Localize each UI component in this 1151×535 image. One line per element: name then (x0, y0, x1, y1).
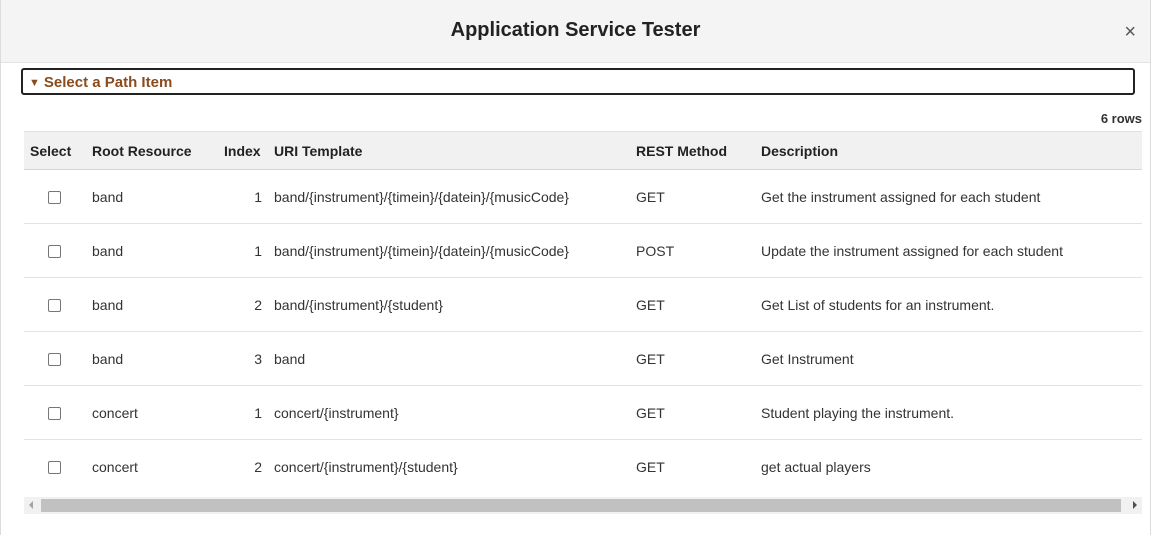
select-checkbox[interactable] (48, 299, 61, 313)
table-row[interactable]: band 2 band/{instrument}/{student} GET Get L… (24, 277, 1142, 332)
dialog-title: Application Service Tester (450, 19, 701, 41)
index-cell: 3 (218, 331, 268, 386)
root-resource-cell: band (86, 169, 218, 224)
section-label[interactable]: ▼ Select a Path Item (29, 74, 172, 91)
header-uri-template[interactable]: URI Template (268, 131, 630, 170)
header-index[interactable]: Index (218, 131, 268, 170)
index-cell: 2 (218, 277, 268, 332)
section-label-text: Select a Path Item (43, 74, 173, 91)
index-cell: 2 (218, 439, 268, 489)
uri-template-cell: band/{instrument}/{timein}/{datein}/{mus… (268, 169, 630, 224)
select-checkbox[interactable] (48, 461, 61, 475)
description-cell: Get the instrument assigned for each stu… (755, 169, 1142, 224)
uri-template-cell: band/{instrument}/{timein}/{datein}/{mus… (268, 223, 630, 278)
uri-template-cell: concert/{instrument} (268, 385, 630, 440)
root-resource-cell: band (86, 277, 218, 332)
table-header-row: Select Root Resource Index URI Template … (24, 131, 1142, 170)
select-checkbox[interactable] (48, 407, 61, 421)
description-cell: Student playing the instrument. (755, 385, 1142, 440)
horizontal-scrollbar[interactable] (24, 497, 1142, 514)
root-resource-cell: band (86, 331, 218, 386)
description-cell: get actual players (755, 439, 1142, 489)
index-cell: 1 (218, 169, 268, 224)
header-description[interactable]: Description (755, 131, 1142, 170)
select-checkbox[interactable] (48, 353, 61, 367)
header-select: Select (24, 131, 86, 170)
triangle-down-icon[interactable]: ▼ (29, 77, 40, 89)
select-cell (24, 385, 86, 440)
index-cell: 1 (218, 223, 268, 278)
select-checkbox[interactable] (48, 245, 61, 259)
close-icon[interactable]: × (1124, 22, 1136, 42)
root-resource-cell: band (86, 223, 218, 278)
table-row[interactable]: concert 1 concert/{instrument} GET Student p… (24, 385, 1142, 440)
path-items-grid: Select Root Resource Index URI Template … (24, 131, 1142, 489)
row-count: 6 rows (1100, 111, 1142, 126)
application-service-tester-dialog: Application Service Tester × ▼ Select a P… (0, 0, 1151, 535)
root-resource-cell: concert (86, 385, 218, 440)
rest-method-cell: GET (630, 169, 755, 224)
select-cell (24, 331, 86, 386)
rest-method-cell: POST (630, 223, 755, 278)
select-cell (24, 169, 86, 224)
description-cell: Get Instrument (755, 331, 1142, 386)
rest-method-cell: GET (630, 331, 755, 386)
select-path-item-section-header[interactable]: ▼ Select a Path Item (21, 68, 1135, 95)
table-row[interactable]: band 1 band/{instrument}/{timein}/{datein}… (24, 223, 1142, 278)
scrollbar-thumb[interactable] (41, 499, 1121, 512)
select-cell (24, 439, 86, 489)
root-resource-cell: concert (86, 439, 218, 489)
table-row[interactable]: band 1 band/{instrument}/{timein}/{datein}… (24, 169, 1142, 224)
uri-template-cell: concert/{instrument}/{student} (268, 439, 630, 489)
dialog-titlebar: Application Service Tester × (1, 0, 1150, 63)
select-cell (24, 277, 86, 332)
description-cell: Update the instrument assigned for each … (755, 223, 1142, 278)
scroll-right-arrow-icon[interactable] (1133, 501, 1137, 509)
table-row[interactable]: band 3 band GET Get Instrument (24, 331, 1142, 386)
header-rest-method[interactable]: REST Method (630, 131, 755, 170)
select-checkbox[interactable] (48, 191, 61, 205)
rest-method-cell: GET (630, 439, 755, 489)
table-row[interactable]: concert 2 concert/{instrument}/{student} GE… (24, 439, 1142, 489)
uri-template-cell: band (268, 331, 630, 386)
select-cell (24, 223, 86, 278)
uri-template-cell: band/{instrument}/{student} (268, 277, 630, 332)
rest-method-cell: GET (630, 385, 755, 440)
header-root-resource[interactable]: Root Resource (86, 131, 218, 170)
rest-method-cell: GET (630, 277, 755, 332)
path-items-table: Select Root Resource Index URI Template … (24, 131, 1142, 489)
index-cell: 1 (218, 385, 268, 440)
scroll-left-arrow-icon[interactable] (29, 501, 33, 509)
description-cell: Get List of students for an instrument. (755, 277, 1142, 332)
table-body: band 1 band/{instrument}/{timein}/{datein}… (24, 169, 1142, 489)
